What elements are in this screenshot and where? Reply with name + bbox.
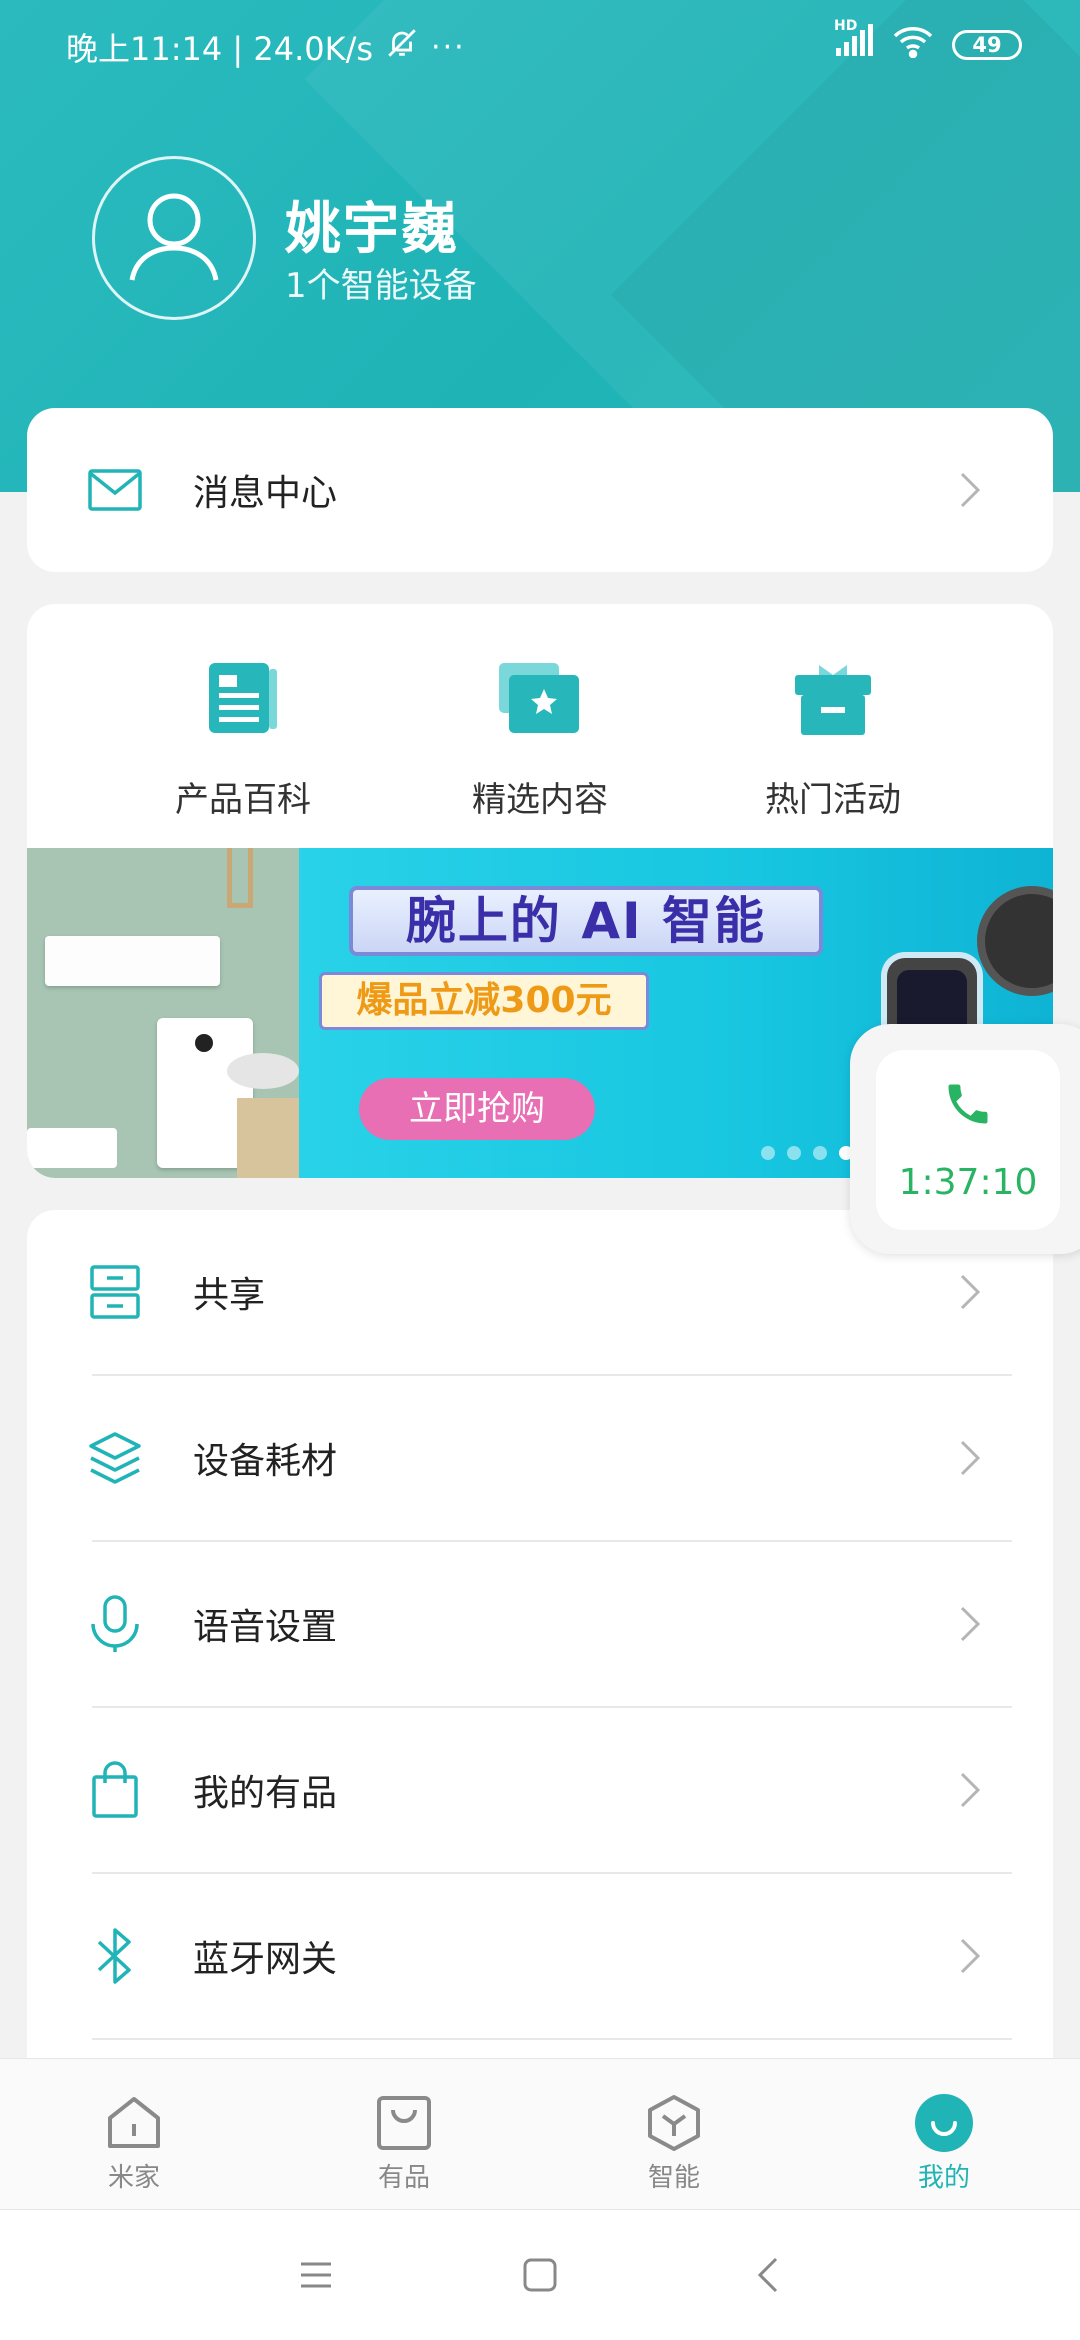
menu-item-label: 蓝牙网关 (193, 1939, 338, 1980)
profile-name[interactable]: 姚宇巍 (285, 184, 459, 265)
call-duration: 1:37:10 (898, 1162, 1038, 1203)
back-nav-icon[interactable] (738, 2250, 798, 2300)
tab-label: 米家 (107, 2163, 160, 2193)
pagination-dot[interactable] (787, 1146, 801, 1160)
menu-item-consumables[interactable]: 设备耗材 (27, 1376, 1053, 1540)
small-device-image (27, 1128, 117, 1168)
network-type: HD (834, 18, 858, 34)
message-center-row[interactable]: 消息中心 (27, 408, 1053, 572)
signal-icon: HD (834, 18, 874, 66)
status-right: HD 49 (834, 18, 1022, 66)
quick-link-featured[interactable]: 精选内容 (410, 654, 670, 821)
system-nav-bar (0, 2210, 1080, 2340)
wall-frame (227, 848, 253, 908)
menu-list-card: 共享 设备耗材 语音设置 我的有品 蓝牙网关 (27, 1210, 1053, 2090)
message-center-card[interactable]: 消息中心 (27, 408, 1053, 572)
status-left: 晚上11:14 | 24.0K/s ··· (66, 24, 466, 70)
round-watch-image (977, 886, 1053, 996)
pagination-dot[interactable] (813, 1146, 827, 1160)
round-device-image (227, 1053, 299, 1089)
chevron-right-icon (957, 1604, 983, 1644)
gift-icon (788, 654, 878, 744)
phone-icon (942, 1078, 994, 1134)
wifi-icon (892, 24, 934, 66)
layers-icon (85, 1428, 145, 1488)
tab-label: 我的 (917, 2163, 970, 2193)
profile-smile-icon (914, 2093, 974, 2153)
chevron-right-icon (957, 470, 983, 510)
avatar[interactable] (92, 156, 256, 320)
menu-item-label: 语音设置 (193, 1607, 338, 1648)
banner-subtitle: 爆品立减300元 (319, 972, 649, 1030)
pagination-dot[interactable] (761, 1146, 775, 1160)
ongoing-call-widget[interactable]: 1:37:10 (850, 1024, 1080, 1254)
banner-pagination (761, 1146, 853, 1160)
user-icon (129, 193, 219, 281)
featured-star-icon (495, 654, 585, 744)
tab-smart[interactable]: 智能 (604, 2093, 744, 2194)
encyclopedia-icon (198, 654, 288, 744)
bluetooth-icon (85, 1926, 145, 1986)
home-nav-icon[interactable] (510, 2250, 570, 2300)
menu-item-bluetooth-gateway[interactable]: 蓝牙网关 (27, 1874, 1053, 2038)
status-time-speed: 晚上11:14 | 24.0K/s (66, 30, 374, 68)
menu-nav-icon[interactable] (286, 2250, 346, 2300)
menu-item-my-youpin[interactable]: 我的有品 (27, 1708, 1053, 1872)
quick-link-label: 产品百科 (175, 780, 311, 820)
air-conditioner-image (45, 936, 220, 986)
call-widget-inner[interactable]: 1:37:10 (876, 1050, 1060, 1230)
menu-item-voice-settings[interactable]: 语音设置 (27, 1542, 1053, 1706)
tab-label: 有品 (377, 2163, 430, 2193)
quick-link-label: 精选内容 (472, 780, 608, 820)
menu-item-label: 共享 (193, 1275, 266, 1316)
chevron-right-icon (957, 1936, 983, 1976)
message-center-label: 消息中心 (193, 473, 338, 514)
smart-cube-icon (644, 2093, 704, 2153)
tab-youpin[interactable]: 有品 (334, 2093, 474, 2194)
buy-now-button[interactable]: 立即抢购 (359, 1078, 595, 1140)
bottom-tab-bar: 米家 有品 智能 我的 (0, 2058, 1080, 2210)
chevron-right-icon (957, 1438, 983, 1478)
home-icon (104, 2093, 164, 2153)
device-count[interactable]: 1个智能设备 (285, 258, 477, 307)
quick-link-product-wiki[interactable]: 产品百科 (113, 654, 373, 821)
status-bar: 晚上11:14 | 24.0K/s ··· HD 49 (0, 0, 1080, 90)
mail-icon (85, 460, 145, 520)
mute-bell-icon (385, 26, 419, 68)
microphone-icon (85, 1594, 145, 1654)
chevron-right-icon (957, 1770, 983, 1810)
battery-icon: 49 (952, 30, 1022, 60)
divider (92, 2038, 1012, 2040)
chevron-right-icon (957, 1272, 983, 1312)
tab-mijia[interactable]: 米家 (64, 2093, 204, 2194)
banner-title: 腕上的 AI 智能 (349, 886, 823, 956)
quick-link-hot-events[interactable]: 热门活动 (703, 654, 963, 821)
status-more: ··· (431, 29, 466, 65)
menu-item-label: 设备耗材 (193, 1441, 338, 1482)
banner-product-image (27, 848, 299, 1178)
table-surface (237, 1098, 299, 1178)
tab-label: 智能 (647, 2163, 700, 2193)
quick-link-label: 热门活动 (765, 780, 901, 820)
shopping-bag-icon (85, 1760, 145, 1820)
share-icon (85, 1262, 145, 1322)
tab-mine[interactable]: 我的 (874, 2093, 1014, 2194)
menu-item-label: 我的有品 (193, 1773, 338, 1814)
store-bag-icon (374, 2093, 434, 2153)
